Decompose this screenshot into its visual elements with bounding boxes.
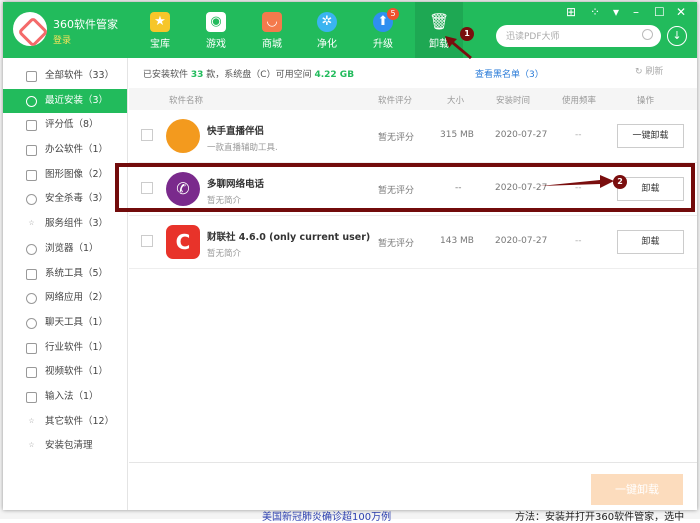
annotation-badge-2: 2 bbox=[613, 175, 627, 189]
annotation-badge-1: 1 bbox=[460, 27, 474, 41]
arrow-2 bbox=[540, 175, 614, 188]
annotation-arrows bbox=[445, 36, 614, 188]
